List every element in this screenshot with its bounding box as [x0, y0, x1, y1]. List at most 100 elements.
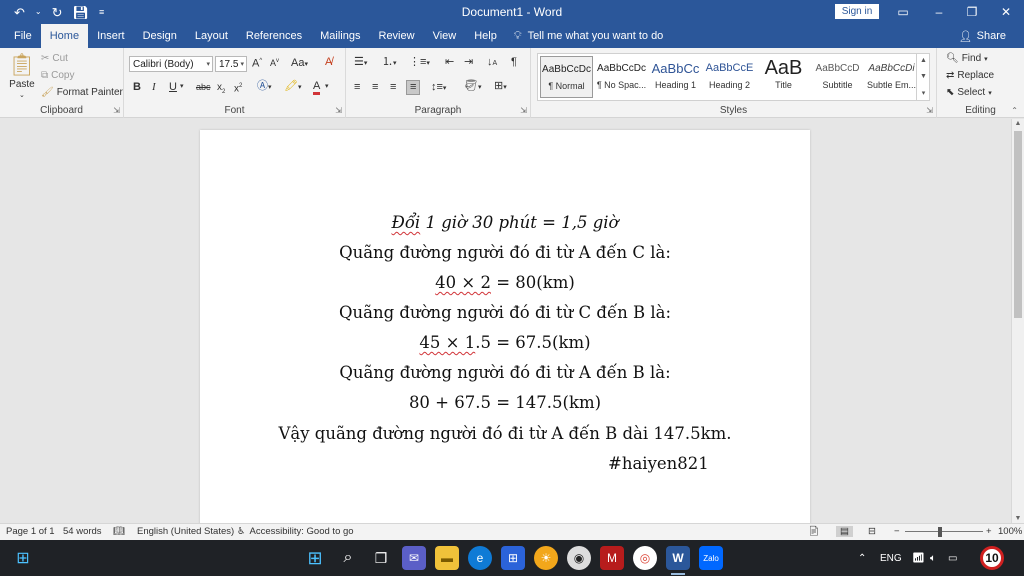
line-spacing-icon[interactable]: ↕≡▾ — [431, 82, 446, 93]
underline-icon[interactable]: U — [169, 82, 177, 93]
weather-icon[interactable]: ☀ — [534, 546, 558, 570]
word-count[interactable]: 54 words — [63, 526, 102, 537]
document-line[interactable]: 80 + 67.5 = 147.5(km) — [200, 393, 810, 412]
style-title[interactable]: AaB Title — [757, 56, 810, 98]
paragraph-launcher-icon[interactable]: ⇲ — [520, 106, 527, 115]
tell-me-search[interactable]: 💡︎ Tell me what you want to do — [514, 30, 663, 43]
tab-insert[interactable]: Insert — [88, 24, 134, 48]
word-icon[interactable]: W — [666, 546, 690, 570]
tab-review[interactable]: Review — [370, 24, 424, 48]
tab-view[interactable]: View — [424, 24, 466, 48]
minimize-button[interactable]: – — [924, 0, 954, 24]
print-layout-icon[interactable]: ▤ — [836, 526, 853, 537]
paragraph-mark-icon[interactable]: ¶ — [511, 57, 517, 68]
align-left-icon[interactable]: ≡ — [354, 82, 360, 93]
chevron-down-icon[interactable]: ▼ — [920, 73, 927, 80]
italic-icon[interactable]: I — [152, 82, 156, 93]
read-mode-icon[interactable]: 📄︎ — [808, 526, 820, 537]
flagged-text[interactable]: 45 × 1 — [419, 333, 475, 352]
language-status[interactable]: English (United States) — [137, 526, 234, 537]
chevron-down-icon[interactable]: ▾ — [325, 83, 329, 90]
shrink-font-icon[interactable]: Av — [270, 58, 279, 68]
document-line[interactable]: Quãng đường người đó đi từ C đến B là: — [200, 303, 810, 322]
style-normal[interactable]: AaBbCcDc ¶ Normal — [540, 56, 593, 98]
zoom-level[interactable]: 100% — [998, 526, 1022, 537]
paste-button[interactable]: 📋︎ Paste ⌄ — [8, 52, 36, 99]
chevron-down-icon[interactable]: ▾ — [180, 83, 184, 90]
borders-icon[interactable]: ⊞▾ — [494, 81, 507, 92]
scroll-up-icon[interactable]: ▲ — [1012, 120, 1024, 127]
store-icon[interactable]: ⊞ — [501, 546, 525, 570]
clipboard-launcher-icon[interactable]: ⇲ — [113, 106, 120, 115]
notification-badge[interactable]: 10 — [980, 546, 1004, 570]
edge-icon[interactable]: e — [468, 546, 492, 570]
styles-launcher-icon[interactable]: ⇲ — [926, 106, 933, 115]
task-view-icon[interactable]: ❐ — [369, 546, 393, 570]
zoom-slider[interactable] — [905, 531, 983, 532]
style-heading-2[interactable]: AaBbCcE Heading 2 — [703, 56, 756, 98]
font-name-box[interactable]: Calibri (Body) ▾ — [129, 56, 213, 72]
ribbon-display-options-icon[interactable]: ▭ — [888, 0, 918, 24]
font-size-box[interactable]: 17.5 ▾ — [215, 56, 247, 72]
battery-icon[interactable]: ▭ — [948, 540, 957, 576]
font-color-icon[interactable]: A — [313, 81, 321, 95]
superscript-icon[interactable]: x2 — [234, 83, 242, 94]
replace-button[interactable]: ⇄ Replace — [946, 70, 994, 81]
file-explorer-icon[interactable]: ▬ — [435, 546, 459, 570]
accessibility-status[interactable]: ♿︎ Accessibility: Good to go — [237, 526, 354, 537]
change-case-icon[interactable]: Aa▾ — [291, 58, 308, 69]
document-line[interactable]: Vậy quãng đường người đó đi từ A đến B d… — [200, 424, 810, 443]
zoom-in-icon[interactable]: + — [986, 526, 992, 537]
tab-design[interactable]: Design — [134, 24, 186, 48]
tab-layout[interactable]: Layout — [186, 24, 237, 48]
document-page[interactable]: Đổi 1 giờ 30 phút = 1,5 giờ Quãng đường … — [200, 130, 810, 523]
format-painter-button[interactable]: 🖌︎ Format Painter — [41, 87, 123, 98]
tab-references[interactable]: References — [237, 24, 311, 48]
align-right-icon[interactable]: ≡ — [390, 82, 396, 93]
search-icon[interactable]: ⌕ — [336, 546, 360, 570]
volume-icon[interactable]: 🔈︎ — [930, 540, 936, 576]
flagged-text[interactable]: 40 × 2 — [435, 273, 491, 292]
decrease-indent-icon[interactable]: ⇤ — [445, 57, 454, 68]
shading-icon[interactable]: 🪣︎▾ — [464, 81, 481, 92]
strikethrough-icon[interactable]: abc — [196, 83, 211, 92]
style-no-spacing[interactable]: AaBbCcDc ¶ No Spac... — [595, 56, 648, 98]
sign-in-button[interactable]: Sign in — [835, 4, 879, 19]
bullets-icon[interactable]: ☰▾ — [354, 57, 367, 68]
justify-icon[interactable]: ≡ — [406, 80, 421, 95]
document-line[interactable]: 40 × 2 = 80(km) — [200, 273, 810, 292]
mcafee-icon[interactable]: M — [600, 546, 624, 570]
numbering-icon[interactable]: ⒈▾ — [382, 57, 397, 68]
proofing-icon[interactable]: 📖︎ — [113, 526, 125, 537]
zalo-icon[interactable]: Zalo — [699, 546, 723, 570]
close-button[interactable]: ✕ — [991, 0, 1021, 24]
style-subtitle[interactable]: AaBbCcD Subtitle — [811, 56, 864, 98]
web-layout-icon[interactable]: ⊟ — [868, 526, 876, 537]
collapse-ribbon-icon[interactable]: ⌃ — [1011, 106, 1018, 115]
document-line[interactable]: Quãng đường người đó đi từ A đến C là: — [200, 243, 810, 262]
increase-indent-icon[interactable]: ⇥ — [464, 57, 473, 68]
share-button[interactable]: 👤︎ Share — [959, 24, 1006, 48]
styles-gallery-scroll[interactable]: ▲ ▼ ▾ — [916, 53, 930, 101]
restore-button[interactable]: ❐ — [957, 0, 987, 24]
undo-icon[interactable]: ↶ — [14, 6, 25, 19]
chevron-up-icon[interactable]: ▲ — [920, 57, 927, 64]
tab-file[interactable]: File — [0, 24, 41, 48]
scroll-thumb[interactable] — [1014, 131, 1022, 318]
highlight-icon[interactable]: 🖍︎▾ — [284, 81, 301, 92]
windows-start-icon[interactable]: ⊞ — [11, 546, 35, 570]
zoom-slider-thumb[interactable] — [938, 527, 942, 537]
grow-font-icon[interactable]: A^ — [252, 58, 262, 70]
text-effects-icon[interactable]: Ⓐ▾ — [257, 81, 272, 92]
document-line[interactable]: Quãng đường người đó đi từ A đến B là: — [200, 363, 810, 382]
tab-help[interactable]: Help — [465, 24, 506, 48]
clear-formatting-icon[interactable]: A̸ — [325, 57, 332, 68]
document-line-hashtag[interactable]: #haiyen821 — [608, 454, 709, 473]
multilevel-list-icon[interactable]: ⋮≡▾ — [409, 57, 430, 68]
github-icon[interactable]: ◉ — [567, 546, 591, 570]
find-button[interactable]: 🔍︎ Find ▾ — [946, 53, 988, 64]
subscript-icon[interactable]: x2 — [217, 83, 225, 96]
save-icon[interactable]: 💾︎ — [73, 6, 90, 19]
redo-icon[interactable]: ↻ — [52, 6, 63, 19]
tab-mailings[interactable]: Mailings — [311, 24, 369, 48]
